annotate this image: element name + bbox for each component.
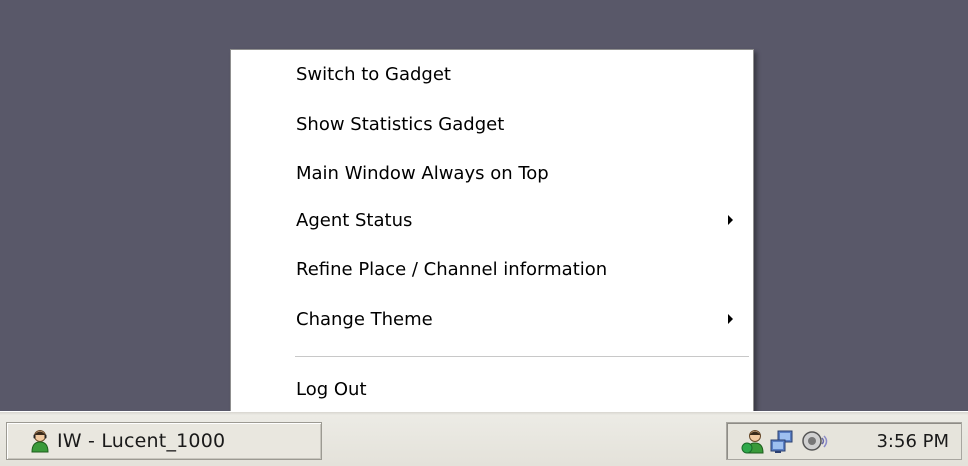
menu-item-label: Show Statistics Gadget	[296, 113, 505, 135]
menu-item-agent-status[interactable]: Agent Status	[232, 197, 752, 243]
taskbar: IW - Lucent_1000 3:56 PM	[0, 411, 968, 466]
system-tray: 3:56 PM	[726, 422, 962, 460]
menu-item-change-theme[interactable]: Change Theme	[232, 296, 752, 342]
network-icon[interactable]	[769, 429, 795, 455]
agent-status-icon[interactable]	[741, 429, 765, 455]
menu-item-main-window-always-on-top[interactable]: Main Window Always on Top	[232, 150, 752, 196]
menu-item-label: Change Theme	[296, 308, 433, 330]
menu-item-label: Log Out	[296, 378, 367, 400]
taskbar-button-iw[interactable]: IW - Lucent_1000	[6, 422, 322, 460]
agent-icon	[31, 430, 49, 453]
menu-separator	[295, 356, 749, 357]
menu-item-switch-to-gadget[interactable]: Switch to Gadget	[232, 51, 752, 97]
menu-item-label: Switch to Gadget	[296, 63, 451, 85]
menu-item-log-out[interactable]: Log Out	[232, 366, 752, 412]
menu-item-label: Main Window Always on Top	[296, 162, 549, 184]
taskbar-button-label: IW - Lucent_1000	[57, 430, 226, 452]
menu-item-show-statistics-gadget[interactable]: Show Statistics Gadget	[232, 101, 752, 147]
submenu-arrow-icon	[728, 215, 733, 225]
menu-item-refine-place-channel[interactable]: Refine Place / Channel information	[232, 246, 752, 292]
tray-clock[interactable]: 3:56 PM	[876, 431, 949, 452]
menu-item-label: Agent Status	[296, 209, 413, 231]
context-menu: Switch to Gadget Show Statistics Gadget …	[230, 49, 754, 420]
speaker-icon[interactable]	[801, 429, 831, 455]
menu-item-label: Refine Place / Channel information	[296, 258, 608, 280]
submenu-arrow-icon	[728, 314, 733, 324]
